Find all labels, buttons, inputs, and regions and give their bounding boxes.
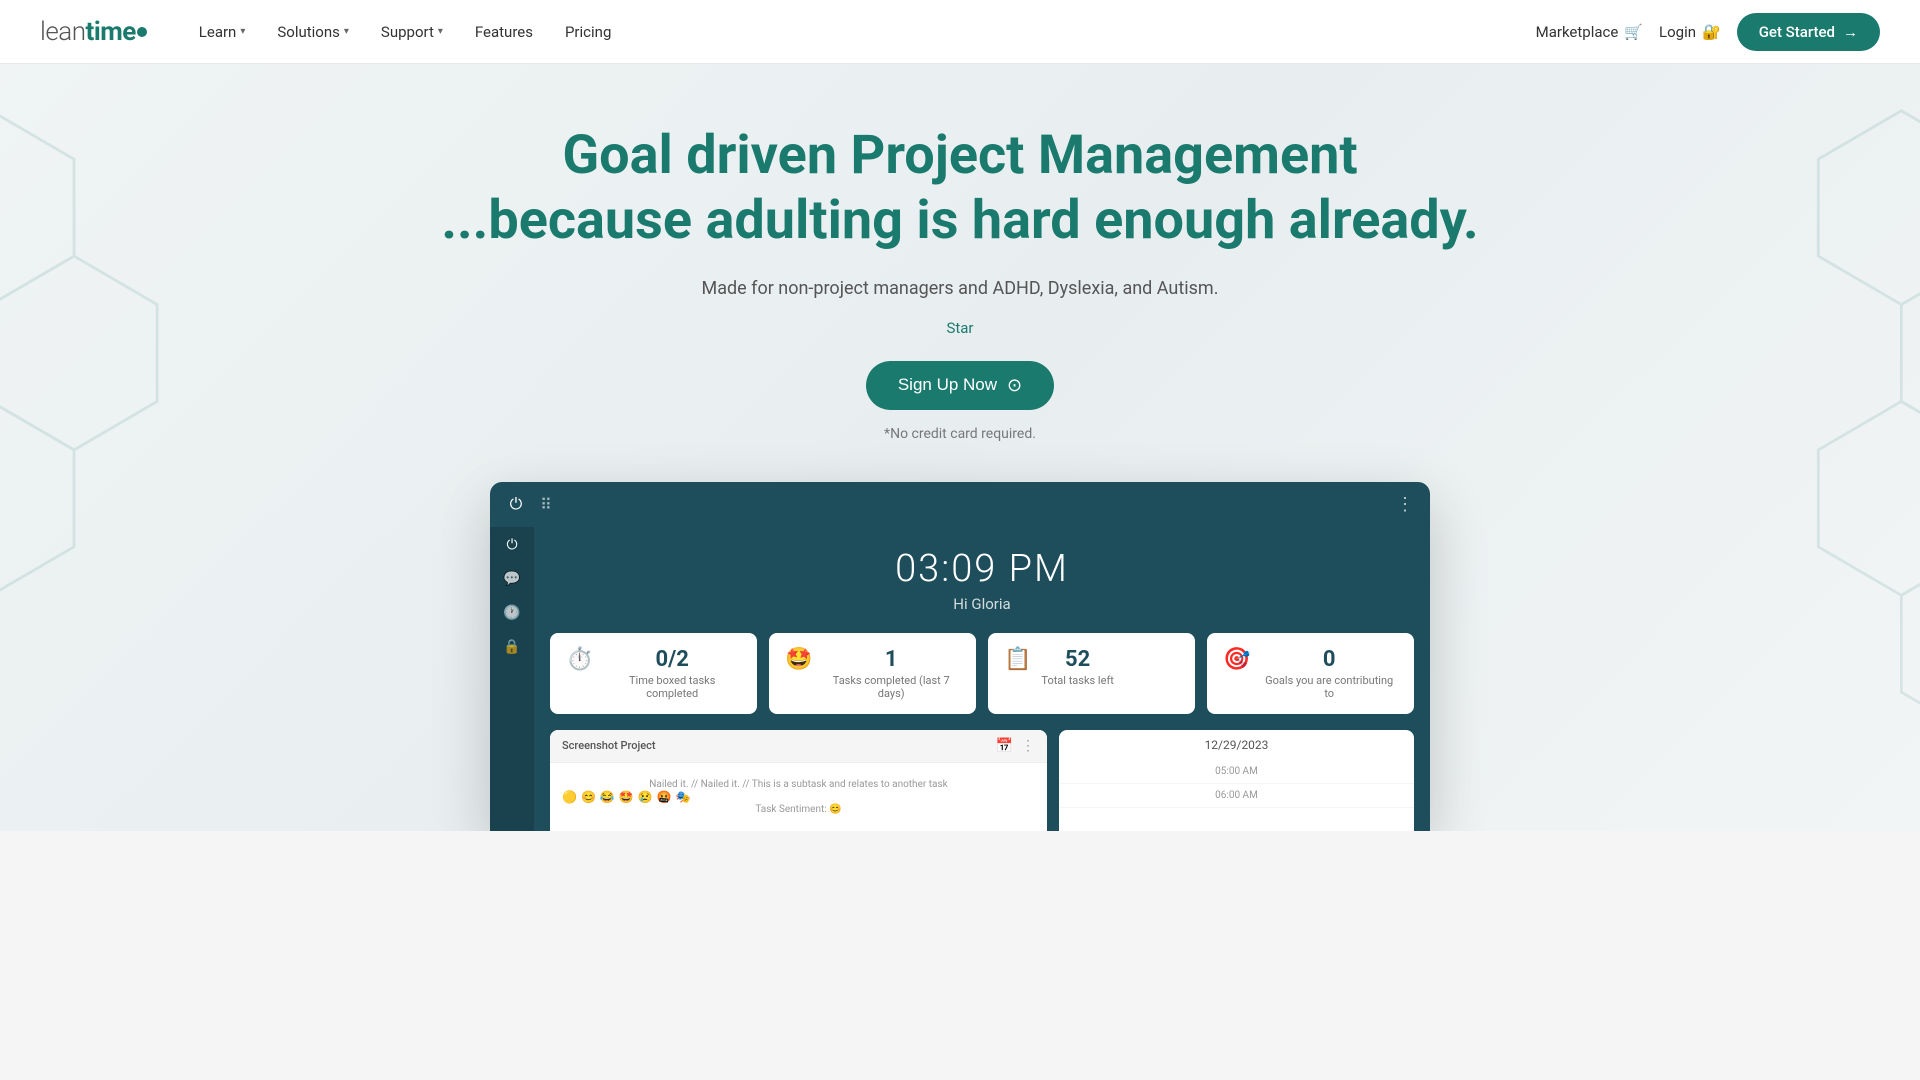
emoji-3: 😂 xyxy=(600,790,615,804)
nav-links: Learn ▾ Solutions ▾ Support ▾ Features P… xyxy=(187,17,1536,47)
hero-title: Goal driven Project Management ...becaus… xyxy=(441,124,1478,254)
stat-label-1: Tasks completed (last 7 days) xyxy=(822,674,960,700)
logo-time: time xyxy=(86,17,136,47)
panel-header-icons: 📅 ⋮ xyxy=(996,738,1035,754)
hero-content: Goal driven Project Management ...becaus… xyxy=(421,64,1498,482)
panel-more-icon[interactable]: ⋮ xyxy=(1021,738,1035,754)
emoji-7: 🎭 xyxy=(676,790,691,804)
stat-emoji-3: 🎯 xyxy=(1223,647,1250,672)
support-chevron-icon: ▾ xyxy=(438,26,443,37)
stat-emoji-1: 🤩 xyxy=(785,647,812,672)
stat-value-2: 52 xyxy=(1041,647,1113,672)
app-content: 03:09 PM Hi Gloria ⏱️ 0/2 Time boxed tas… xyxy=(534,527,1430,831)
task-tag: Nailed it. // Nailed it. // This is a su… xyxy=(562,779,1035,790)
cart-icon: 🛒 xyxy=(1624,23,1643,41)
nav-pricing[interactable]: Pricing xyxy=(553,17,623,47)
emoji-1: 🟡 xyxy=(562,790,577,804)
marketplace-link[interactable]: Marketplace 🛒 xyxy=(1536,23,1643,41)
lock-icon: 🔐 xyxy=(1702,23,1721,41)
stat-card-0: ⏱️ 0/2 Time boxed tasks completed xyxy=(550,633,757,714)
navigation: leantime Learn ▾ Solutions ▾ Support ▾ F… xyxy=(0,0,1920,64)
stat-card-3: 🎯 0 Goals you are contributing to xyxy=(1207,633,1414,714)
power-icon[interactable]: ⏻ xyxy=(506,494,526,514)
no-credit-card-note: *No credit card required. xyxy=(441,426,1478,442)
logo-dot xyxy=(137,27,147,37)
stat-value-1: 1 xyxy=(822,647,960,672)
app-main-area: ⏻ 💬 🕐 🔒 03:09 PM Hi Gloria xyxy=(490,527,1430,831)
app-greeting: Hi Gloria xyxy=(554,595,1410,613)
time-slot-1: 06:00 AM xyxy=(1059,784,1414,808)
panel-right: 12/29/2023 05:00 AM 06:00 AM xyxy=(1059,730,1414,831)
nav-features[interactable]: Features xyxy=(463,17,545,47)
emoji-reaction-row: 🟡 😊 😂 🤩 😢 🤬 🎭 xyxy=(562,790,1035,804)
sidebar-power-icon[interactable]: ⏻ xyxy=(502,535,522,555)
task-sentiment: Task Sentiment: 😊 xyxy=(562,804,1035,815)
app-time: 03:09 PM xyxy=(554,547,1410,591)
signup-arrow-icon: ⊙ xyxy=(1007,375,1022,396)
stats-row: ⏱️ 0/2 Time boxed tasks completed 🤩 1 xyxy=(534,633,1430,730)
grid-icon[interactable]: ⠿ xyxy=(536,494,556,514)
solutions-chevron-icon: ▾ xyxy=(344,26,349,37)
stat-info-1: 1 Tasks completed (last 7 days) xyxy=(822,647,960,700)
stat-value-3: 0 xyxy=(1260,647,1398,672)
panel-left-body: Nailed it. // Nailed it. // This is a su… xyxy=(550,763,1047,831)
sidebar-clock-icon[interactable]: 🕐 xyxy=(502,603,522,623)
stat-emoji-0: ⏱️ xyxy=(566,647,593,672)
login-link[interactable]: Login 🔐 xyxy=(1659,23,1721,41)
app-clock-area: 03:09 PM Hi Gloria xyxy=(534,527,1430,629)
stat-emoji-2: 📋 xyxy=(1004,647,1031,672)
arrow-right-icon: → xyxy=(1843,23,1858,41)
nav-learn[interactable]: Learn ▾ xyxy=(187,17,258,47)
star-link[interactable]: Star xyxy=(441,319,1478,337)
calendar-icon[interactable]: 📅 xyxy=(996,738,1013,754)
emoji-5: 😢 xyxy=(638,790,653,804)
panel-project-title: Screenshot Project xyxy=(562,739,656,752)
panel-left: Screenshot Project 📅 ⋮ Nailed it. // Nai… xyxy=(550,730,1047,831)
emoji-2: 😊 xyxy=(581,790,596,804)
panels-row: Screenshot Project 📅 ⋮ Nailed it. // Nai… xyxy=(534,730,1430,831)
app-sidebar: ⏻ 💬 🕐 🔒 xyxy=(490,527,534,831)
panel-left-header: Screenshot Project 📅 ⋮ xyxy=(550,730,1047,763)
stat-label-2: Total tasks left xyxy=(1041,674,1113,687)
stat-info-2: 52 Total tasks left xyxy=(1041,647,1113,687)
stat-label-3: Goals you are contributing to xyxy=(1260,674,1398,700)
stat-card-2: 📋 52 Total tasks left xyxy=(988,633,1195,714)
sidebar-lock-icon[interactable]: 🔒 xyxy=(502,637,522,657)
stat-value-0: 0/2 xyxy=(603,647,741,672)
stat-info-3: 0 Goals you are contributing to xyxy=(1260,647,1398,700)
get-started-button[interactable]: Get Started → xyxy=(1737,13,1880,51)
emoji-6: 🤬 xyxy=(657,790,672,804)
nav-support[interactable]: Support ▾ xyxy=(369,17,455,47)
task-item: Nailed it. // Nailed it. // This is a su… xyxy=(562,773,1035,821)
sidebar-comment-icon[interactable]: 💬 xyxy=(502,569,522,589)
stat-label-0: Time boxed tasks completed xyxy=(603,674,741,700)
nav-solutions[interactable]: Solutions ▾ xyxy=(265,17,361,47)
logo[interactable]: leantime xyxy=(40,17,147,47)
app-preview: ⏻ ⠿ ⋮ ⏻ 💬 🕐 🔒 xyxy=(490,482,1430,831)
dots-menu-icon[interactable]: ⋮ xyxy=(1396,494,1414,515)
learn-chevron-icon: ▾ xyxy=(240,26,245,37)
stat-info-0: 0/2 Time boxed tasks completed xyxy=(603,647,741,700)
signup-button[interactable]: Sign Up Now ⊙ xyxy=(866,361,1054,410)
logo-lean: lean xyxy=(40,17,86,47)
app-topbar: ⏻ ⠿ ⋮ xyxy=(490,482,1430,527)
time-slot-0: 05:00 AM xyxy=(1059,760,1414,784)
nav-right: Marketplace 🛒 Login 🔐 Get Started → xyxy=(1536,13,1880,51)
stat-card-1: 🤩 1 Tasks completed (last 7 days) xyxy=(769,633,976,714)
hero-subtitle: Made for non-project managers and ADHD, … xyxy=(441,278,1478,299)
emoji-4: 🤩 xyxy=(619,790,634,804)
calendar-date: 12/29/2023 xyxy=(1059,730,1414,760)
